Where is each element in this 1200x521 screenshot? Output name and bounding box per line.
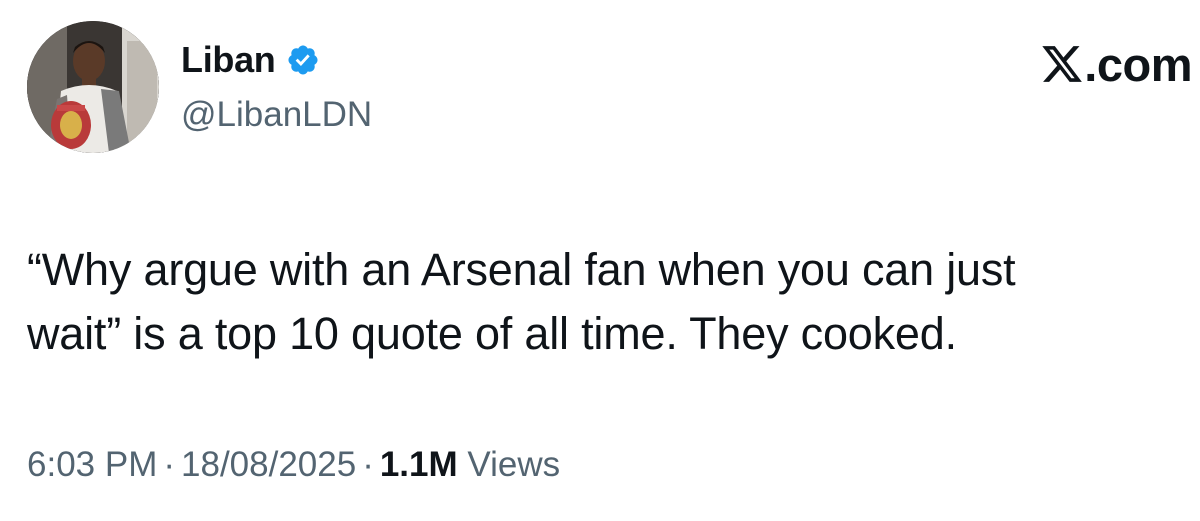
verified-badge-icon [286,43,320,77]
meta-separator: · [362,445,374,484]
views-count: 1.1M [379,445,458,484]
tweet-time[interactable]: 6:03 PM [27,445,157,484]
brand-watermark: .com [1040,36,1192,92]
author-name-row: Liban [181,36,320,84]
tweet-meta: 6:03 PM · 18/08/2025 · 1.1M Views [27,442,560,488]
brand-suffix: .com [1084,37,1192,91]
tweet-card: Liban @LibanLDN .com “Why argue with an … [0,0,1200,521]
avatar-image [27,21,159,153]
meta-separator: · [163,445,176,484]
tweet-date[interactable]: 18/08/2025 [181,445,356,484]
x-logo-icon [1040,42,1084,86]
author-display-name[interactable]: Liban [181,36,276,84]
tweet-text: “Why argue with an Arsenal fan when you … [27,244,1016,359]
views-label: Views [467,445,561,484]
author-handle[interactable]: @LibanLDN [181,93,372,137]
avatar[interactable] [27,21,159,153]
